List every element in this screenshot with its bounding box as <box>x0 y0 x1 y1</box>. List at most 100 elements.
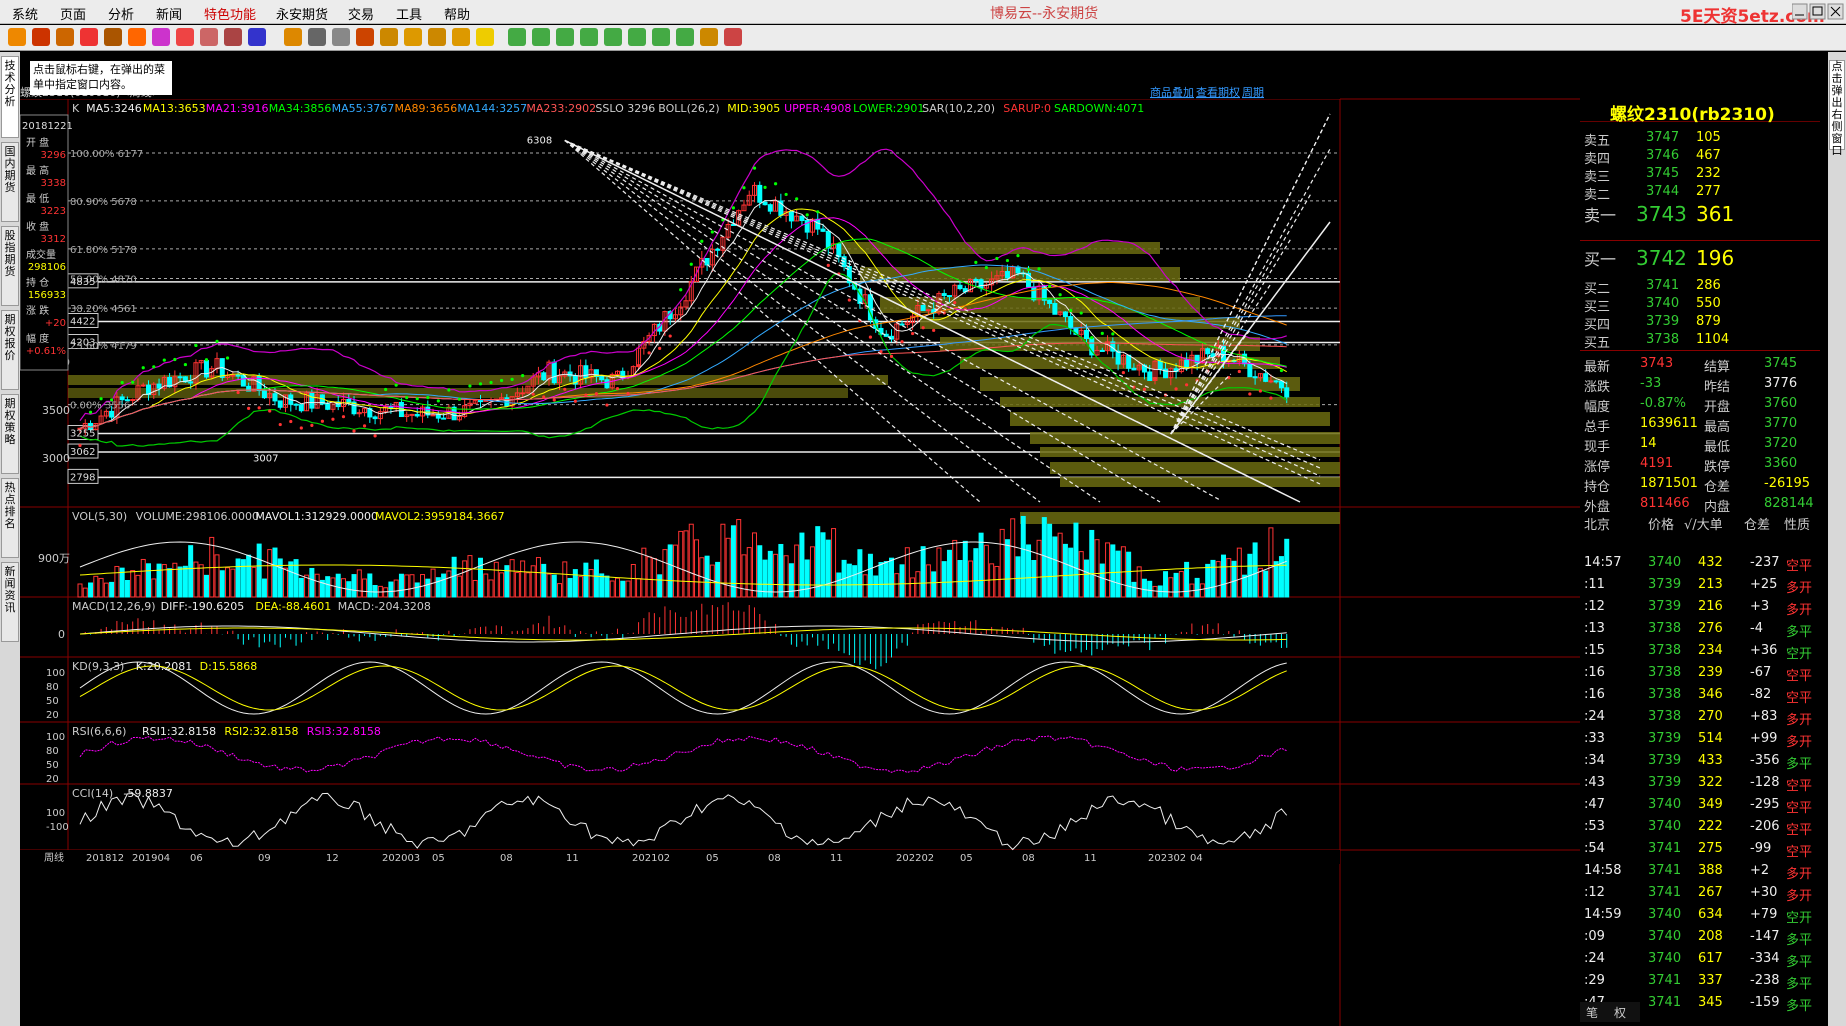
tick-row[interactable]: :24 3740 617 -334 多平 <box>1580 949 1820 971</box>
toolbar-week-icon[interactable] <box>404 28 422 46</box>
toolbar-back-icon[interactable] <box>8 28 26 46</box>
tick-cell-d: +36 <box>1750 643 1778 658</box>
sar-dot <box>131 380 135 384</box>
toolbar-list-icon[interactable] <box>284 28 302 46</box>
toolbar-grid-icon[interactable] <box>308 28 326 46</box>
toolbar-custom-icon[interactable] <box>676 28 694 46</box>
tick-cell-p: 3740 <box>1648 555 1682 570</box>
sar-dot <box>320 419 324 423</box>
toolbar-year-icon[interactable] <box>476 28 494 46</box>
tick-row[interactable]: :43 3739 322 -128 空平 <box>1580 773 1820 795</box>
sar-dot <box>1016 254 1020 258</box>
sar-dot <box>626 391 630 396</box>
tick-row[interactable]: :24 3738 270 +83 多开 <box>1580 707 1820 729</box>
stat-label: 涨停 <box>1584 460 1611 475</box>
toolbar-quarter-icon[interactable] <box>452 28 470 46</box>
window-controls[interactable] <box>1792 3 1844 21</box>
x-axis-label-6: 202003 <box>382 853 420 864</box>
tick-row[interactable]: :09 3740 208 -147 多平 <box>1580 927 1820 949</box>
tick-row[interactable]: :47 3740 349 -295 空平 <box>1580 795 1820 817</box>
volume-bar <box>446 570 452 598</box>
info-label-7: 幅 度 <box>26 332 49 345</box>
menu-news[interactable]: 新闻 <box>156 4 182 23</box>
menu-features[interactable]: 特色功能 <box>204 4 256 23</box>
tick-row[interactable]: :15 3738 234 +36 空开 <box>1580 641 1820 663</box>
kd-legend-0: KD(9,3,3) <box>72 660 124 673</box>
toolbar-m1-icon[interactable] <box>508 28 526 46</box>
tick-row[interactable]: :12 3741 267 +30 多开 <box>1580 883 1820 905</box>
volume-bar <box>1263 570 1269 598</box>
toolbar-brush-icon[interactable] <box>152 28 170 46</box>
tick-row[interactable]: 14:57 3740 432 -237 空平 <box>1580 553 1820 575</box>
tab-option-quotes[interactable]: 期权报价 <box>1 310 19 390</box>
tick-row[interactable]: :16 3738 239 -67 空平 <box>1580 663 1820 685</box>
volume-bar <box>1105 542 1111 598</box>
tick-row[interactable]: 14:58 3741 388 +2 多开 <box>1580 861 1820 883</box>
toolbar-window-icon[interactable] <box>104 28 122 46</box>
tick-row[interactable]: 14:59 3740 634 +79 空开 <box>1580 905 1820 927</box>
tick-row[interactable]: :11 3739 213 +25 多开 <box>1580 575 1820 597</box>
toolbar-m3-icon[interactable] <box>532 28 550 46</box>
tab-technical-analysis[interactable]: 技术分析 <box>1 56 19 138</box>
toolbar-layout-icon[interactable] <box>80 28 98 46</box>
volume-bar <box>1226 558 1232 598</box>
tab-domestic-futures[interactable]: 国内期货 <box>1 142 19 222</box>
volume-bar <box>283 567 289 598</box>
tick-row[interactable]: :16 3738 346 -82 空平 <box>1580 685 1820 707</box>
ma-legend-0: K <box>72 102 80 115</box>
menu-help[interactable]: 帮助 <box>444 4 470 23</box>
candle-body <box>1115 350 1121 365</box>
tick-row[interactable]: :33 3739 514 +99 多开 <box>1580 729 1820 751</box>
toolbar-m5-icon[interactable] <box>556 28 574 46</box>
quote-tab-1[interactable]: 权 <box>1614 1004 1626 1021</box>
toolbar-m240-icon[interactable] <box>652 28 670 46</box>
quote-tab-0[interactable]: 笔 <box>1586 1004 1598 1021</box>
sar-dot <box>974 260 978 265</box>
menu-analysis[interactable]: 分析 <box>108 4 134 23</box>
toolbar-m15-icon[interactable] <box>580 28 598 46</box>
toolbar-print-icon[interactable] <box>724 28 742 46</box>
chart-link-2[interactable]: 周期 <box>1242 86 1264 99</box>
tick-row[interactable]: :29 3741 337 -238 多平 <box>1580 971 1820 993</box>
tab-news[interactable]: 新闻资讯 <box>1 562 19 642</box>
stat-value: 3776 <box>1764 376 1798 391</box>
toolbar-settings-icon[interactable] <box>56 28 74 46</box>
volume-bar <box>799 532 805 598</box>
toolbar-pointer-icon[interactable] <box>248 28 266 46</box>
right-click-tip: 点击鼠标右键，在弹出的菜单中指定窗口内容。 <box>30 61 172 95</box>
menu-tools[interactable]: 工具 <box>396 4 422 23</box>
tick-row[interactable]: :34 3739 433 -356 多平 <box>1580 751 1820 773</box>
toolbar-alert-icon[interactable] <box>200 28 218 46</box>
vol-legend-2: MAVOL1:312929.0000 <box>255 510 378 523</box>
sar-dot <box>795 197 799 201</box>
tab-option-strategy[interactable]: 期权策略 <box>1 394 19 474</box>
tick-row[interactable]: :54 3741 275 -99 空平 <box>1580 839 1820 861</box>
toolbar-m30-icon[interactable] <box>604 28 622 46</box>
candle-body <box>1047 299 1053 304</box>
tick-row[interactable]: :53 3740 222 -206 空平 <box>1580 817 1820 839</box>
right-panel-toggle-tab[interactable]: 点击弹出右侧窗口 <box>1829 60 1845 157</box>
toolbar-draw-icon[interactable] <box>128 28 146 46</box>
toolbar-month-icon[interactable] <box>428 28 446 46</box>
chart-link-1[interactable]: 查看期权 <box>1196 85 1240 99</box>
toolbar-calc-icon[interactable] <box>700 28 718 46</box>
menu-yongan[interactable]: 永安期货 <box>276 4 328 23</box>
toolbar-home-icon[interactable] <box>32 28 50 46</box>
toolbar-day-icon[interactable] <box>380 28 398 46</box>
toolbar-m60-icon[interactable] <box>628 28 646 46</box>
volume-bar <box>578 576 584 598</box>
toolbar-tools-icon[interactable] <box>176 28 194 46</box>
toolbar-save-icon[interactable] <box>332 28 350 46</box>
toolbar-tick-icon[interactable] <box>356 28 374 46</box>
tab-hot-ranking[interactable]: 热点排名 <box>1 478 19 558</box>
menu-system[interactable]: 系统 <box>12 4 38 23</box>
chart-link-0[interactable]: 商品叠加 <box>1150 85 1194 99</box>
menu-trade[interactable]: 交易 <box>348 4 374 23</box>
menu-page[interactable]: 页面 <box>60 4 86 23</box>
chart-area[interactable]: 螺纹2310(010610)<周线>商品叠加查看期权周期KMA5:3246MA1… <box>20 52 1580 1026</box>
tick-row[interactable]: :13 3738 276 -4 多平 <box>1580 619 1820 641</box>
tick-row[interactable]: :12 3739 216 +3 多开 <box>1580 597 1820 619</box>
tab-index-futures[interactable]: 股指期货 <box>1 226 19 306</box>
toolbar-bell-icon[interactable] <box>224 28 242 46</box>
volume-bar <box>846 563 852 598</box>
